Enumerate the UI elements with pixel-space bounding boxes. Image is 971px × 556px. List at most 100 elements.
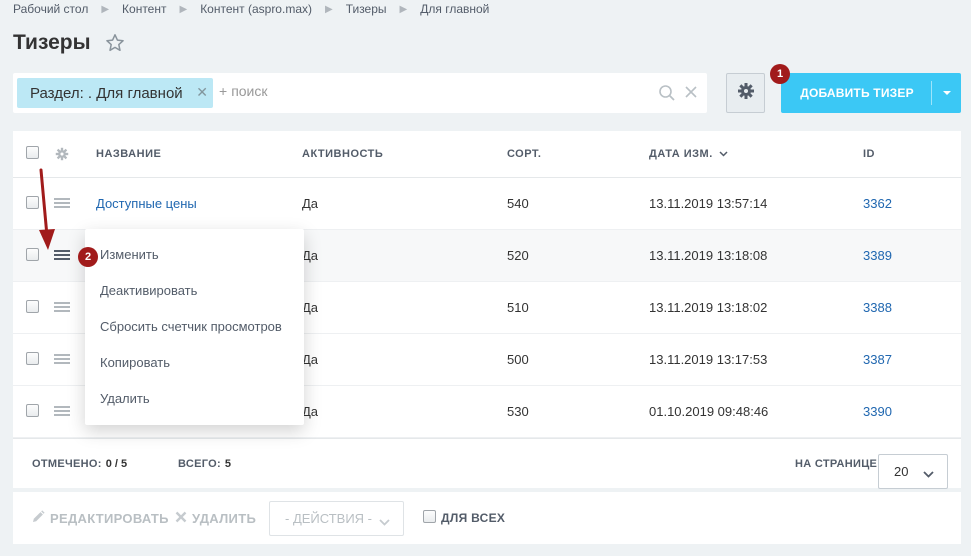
- for-all-label[interactable]: ДЛЯ ВСЕХ: [441, 492, 505, 544]
- drag-handle-icon[interactable]: [54, 198, 70, 208]
- per-page-value: 20: [894, 464, 909, 479]
- search-input[interactable]: + поиск: [219, 83, 268, 99]
- row-id[interactable]: 3388: [863, 282, 892, 333]
- chevron-down-icon: [379, 514, 390, 529]
- row-checkbox[interactable]: [26, 196, 39, 209]
- grid-header: НАЗВАНИЕ АКТИВНОСТЬ СОРТ. ДАТА ИЗМ. ID: [13, 131, 961, 178]
- row-active: Да: [302, 248, 319, 263]
- breadcrumb-item[interactable]: Для главной: [420, 2, 489, 16]
- chevron-down-icon: [923, 466, 934, 481]
- settings-button[interactable]: [726, 73, 765, 113]
- chevron-right-icon: ▶: [179, 3, 188, 15]
- select-all-checkbox[interactable]: [26, 146, 39, 159]
- row-id[interactable]: 3387: [863, 334, 892, 385]
- filter-chip[interactable]: Раздел: . Для главной ✕: [17, 78, 213, 108]
- delete-action[interactable]: УДАЛИТЬ: [175, 492, 256, 544]
- row-checkbox[interactable]: [26, 352, 39, 365]
- row-sort: 540: [507, 196, 529, 211]
- breadcrumb-item[interactable]: Контент (aspro.max): [200, 2, 312, 16]
- actions-select[interactable]: - ДЕЙСТВИЯ -: [269, 501, 404, 536]
- row-date: 13.11.2019 13:18:08: [649, 248, 768, 263]
- pencil-icon: [31, 509, 45, 527]
- row-active: Да: [302, 352, 319, 367]
- row-active: Да: [302, 404, 319, 419]
- marked-counter: ОТМЕЧЕНО: 0 / 5: [32, 439, 127, 488]
- chevron-right-icon: ▶: [399, 3, 408, 15]
- plus-icon: +: [219, 83, 228, 99]
- row-checkbox[interactable]: [26, 248, 39, 261]
- menu-item-copy[interactable]: Копировать: [100, 352, 170, 372]
- gear-icon[interactable]: [55, 131, 69, 177]
- step-marker-2: 2: [78, 247, 98, 267]
- chevron-right-icon: ▶: [101, 3, 110, 15]
- row-date: 13.11.2019 13:17:53: [649, 352, 768, 367]
- column-header-name[interactable]: НАЗВАНИЕ: [96, 131, 161, 177]
- breadcrumb: Рабочий стол ▶ Контент ▶ Контент (aspro.…: [13, 2, 489, 16]
- row-sort: 500: [507, 352, 529, 367]
- breadcrumb-item[interactable]: Рабочий стол: [13, 2, 88, 16]
- page-title: Тизеры: [13, 31, 91, 54]
- search-placeholder: поиск: [231, 83, 268, 99]
- row-active: Да: [302, 196, 319, 211]
- grid-footer: ОТМЕЧЕНО: 0 / 5 ВСЕГО: 5 НА СТРАНИЦЕ: 20: [13, 438, 961, 489]
- row-active: Да: [302, 300, 319, 315]
- filter-chip-label: Раздел: . Для главной: [30, 84, 183, 102]
- row-name[interactable]: Доступные цены: [96, 178, 197, 229]
- per-page-select[interactable]: 20: [878, 454, 948, 489]
- row-id[interactable]: 3362: [863, 178, 892, 229]
- row-date: 01.10.2019 09:48:46: [649, 404, 769, 419]
- per-page-label: НА СТРАНИЦЕ:: [795, 457, 882, 470]
- title-row: Тизеры: [13, 31, 125, 55]
- bulk-action-bar: РЕДАКТИРОВАТЬ УДАЛИТЬ - ДЕЙСТВИЯ - ДЛЯ В…: [13, 492, 961, 544]
- row-id[interactable]: 3389: [863, 230, 892, 281]
- drag-handle-icon[interactable]: [54, 406, 70, 416]
- row-checkbox[interactable]: [26, 404, 39, 417]
- column-header-date-label: ДАТА ИЗМ.: [649, 148, 713, 160]
- column-header-id[interactable]: ID: [863, 131, 875, 177]
- row-checkbox[interactable]: [26, 300, 39, 313]
- column-header-sort[interactable]: СОРТ.: [507, 131, 541, 177]
- menu-item-delete[interactable]: Удалить: [100, 388, 150, 408]
- column-header-activity[interactable]: АКТИВНОСТЬ: [302, 131, 383, 177]
- delete-action-label: УДАЛИТЬ: [192, 510, 257, 526]
- close-icon: [175, 511, 187, 526]
- gear-icon: [737, 82, 755, 105]
- breadcrumb-item[interactable]: Контент: [122, 2, 166, 16]
- row-sort: 530: [507, 404, 529, 419]
- menu-item-reset-views[interactable]: Сбросить счетчик просмотров: [100, 316, 282, 336]
- column-header-date[interactable]: ДАТА ИЗМ.: [649, 131, 728, 177]
- row-id[interactable]: 3390: [863, 386, 892, 437]
- table-row[interactable]: Доступные цены Да 540 13.11.2019 13:57:1…: [13, 178, 961, 230]
- row-date: 13.11.2019 13:18:02: [649, 300, 768, 315]
- star-icon[interactable]: [105, 33, 125, 53]
- filter-bar: Раздел: . Для главной ✕ + поиск: [13, 73, 707, 113]
- chevron-right-icon: ▶: [324, 3, 333, 15]
- total-label: ВСЕГО:: [178, 457, 221, 470]
- total-value: 5: [224, 457, 232, 470]
- for-all-checkbox[interactable]: [423, 510, 436, 523]
- drag-handle-icon[interactable]: [54, 354, 70, 364]
- menu-icon[interactable]: [54, 250, 70, 260]
- search-icon[interactable]: [658, 84, 676, 102]
- add-teaser-label: ДОБАВИТЬ ТИЗЕР: [800, 86, 914, 100]
- edit-action[interactable]: РЕДАКТИРОВАТЬ: [31, 492, 169, 544]
- add-teaser-button[interactable]: ДОБАВИТЬ ТИЗЕР: [781, 73, 961, 113]
- menu-item-edit[interactable]: Изменить: [100, 244, 159, 264]
- actions-select-value: - ДЕЙСТВИЯ -: [285, 511, 373, 526]
- row-sort: 520: [507, 248, 529, 263]
- edit-action-label: РЕДАКТИРОВАТЬ: [50, 510, 169, 526]
- step-marker-1: 1: [770, 64, 790, 84]
- close-icon[interactable]: ✕: [196, 84, 208, 101]
- caret-down-icon[interactable]: [932, 90, 961, 96]
- chevron-down-icon: [719, 148, 728, 160]
- row-date: 13.11.2019 13:57:14: [649, 196, 768, 211]
- breadcrumb-item[interactable]: Тизеры: [346, 2, 387, 16]
- row-context-menu: Изменить Деактивировать Сбросить счетчик…: [85, 229, 304, 425]
- drag-handle-icon[interactable]: [54, 302, 70, 312]
- row-sort: 510: [507, 300, 529, 315]
- total-counter: ВСЕГО: 5: [178, 439, 231, 488]
- clear-icon[interactable]: [683, 84, 699, 100]
- marked-label: ОТМЕЧЕНО:: [32, 457, 102, 470]
- marked-value: 0 / 5: [105, 457, 128, 470]
- menu-item-deactivate[interactable]: Деактивировать: [100, 280, 197, 300]
